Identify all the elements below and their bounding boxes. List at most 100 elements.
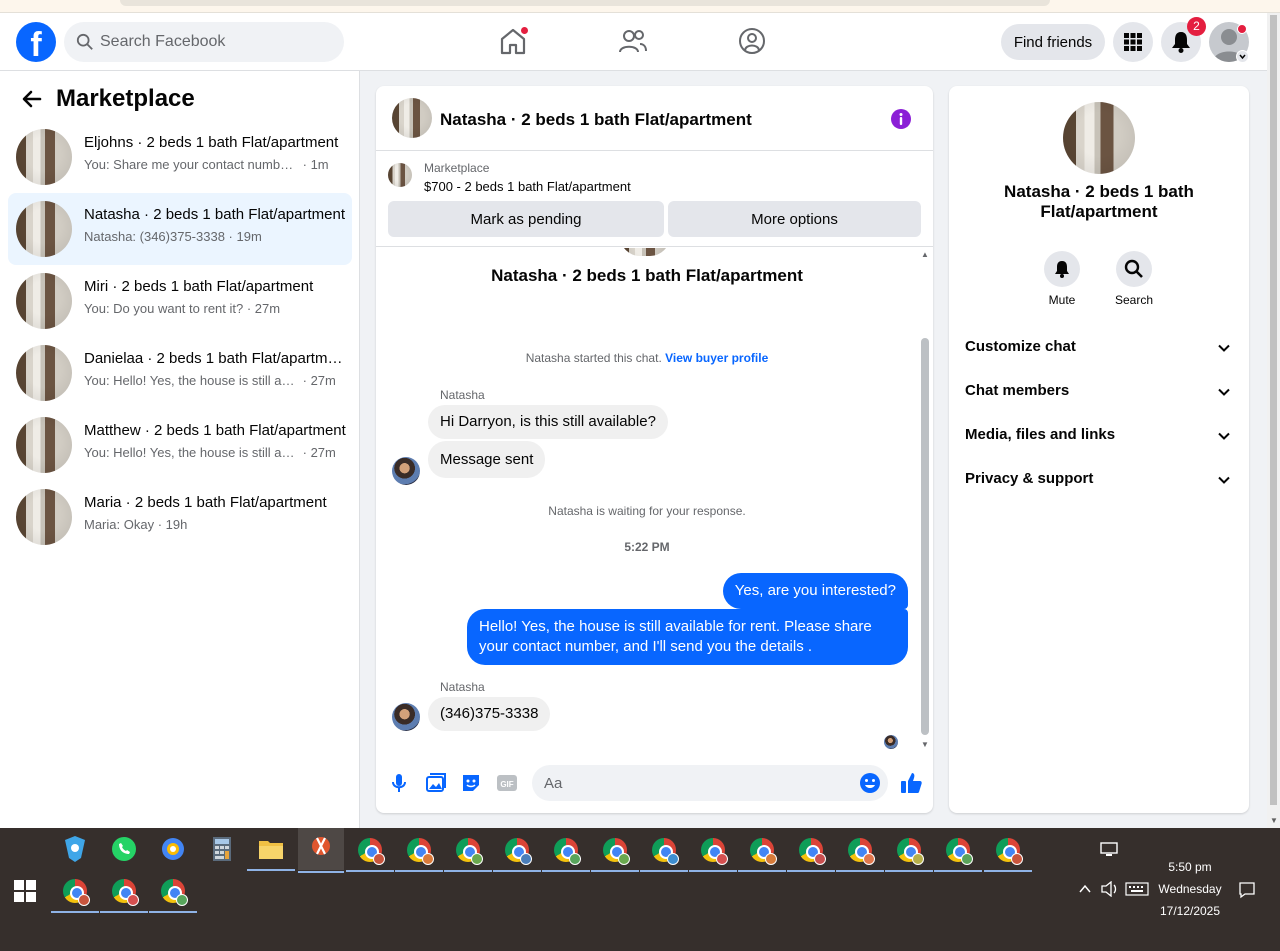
conversation-title: Maria · 2 beds 1 bath Flat/apartment [84, 494, 327, 511]
chrome-window-icon[interactable] [149, 872, 197, 913]
page-scrollbar[interactable]: ▼ [1267, 13, 1280, 828]
emoji-icon[interactable] [859, 772, 881, 794]
chrome-window-icon[interactable] [885, 831, 933, 872]
conversation-time: 27m [310, 373, 336, 388]
photo-icon[interactable] [422, 770, 448, 796]
search-action[interactable]: Search [1098, 251, 1170, 307]
search-icon [76, 33, 93, 50]
snipping-tool-icon[interactable] [298, 828, 344, 873]
chrome-window-icon[interactable] [493, 831, 541, 872]
chrome-window-icon[interactable] [640, 831, 688, 872]
message-input-box[interactable] [532, 765, 888, 801]
taskbar-date[interactable]: 17/12/2025 [1140, 904, 1240, 918]
taskbar-day[interactable]: Wednesday [1140, 882, 1240, 896]
listing-price[interactable]: $700 - 2 beds 1 bath Flat/apartment [424, 179, 631, 194]
scroll-down-arrow-icon[interactable]: ▼ [1270, 816, 1278, 825]
chrome-window-icon[interactable] [984, 831, 1032, 872]
listing-thumbnail[interactable] [392, 98, 432, 138]
chrome-window-icon[interactable] [934, 831, 982, 872]
view-buyer-profile-link[interactable]: View buyer profile [665, 351, 768, 365]
bell-icon [1172, 32, 1190, 53]
scroll-down-arrow-icon[interactable]: ▼ [921, 740, 929, 749]
google-app-icon[interactable] [155, 830, 191, 868]
search-button[interactable] [1116, 251, 1152, 287]
microphone-icon[interactable] [386, 770, 412, 796]
conversation-item[interactable]: Miri · 2 beds 1 bath Flat/apartment You: … [8, 265, 352, 337]
whatsapp-icon[interactable] [106, 830, 142, 868]
conversation-item[interactable]: Matthew · 2 beds 1 bath Flat/apartment Yo… [8, 409, 352, 481]
info-section-chat-members[interactable]: Chat members [957, 369, 1241, 413]
calculator-icon[interactable] [204, 830, 240, 868]
sticker-icon[interactable] [458, 770, 484, 796]
chat-header: Natasha · 2 beds 1 bath Flat/apartment [376, 86, 933, 151]
friends-icon[interactable] [618, 25, 648, 57]
scroll-up-arrow-icon[interactable]: ▲ [921, 250, 929, 259]
chrome-window-icon[interactable] [689, 831, 737, 872]
chrome-window-icon[interactable] [738, 831, 786, 872]
chrome-window-icon[interactable] [542, 831, 590, 872]
facebook-logo-icon[interactable]: f [16, 22, 56, 62]
conversation-item[interactable]: Danielaa · 2 beds 1 bath Flat/apartment Y… [8, 337, 352, 409]
chat-scrollbar-thumb[interactable] [921, 338, 929, 735]
find-friends-button[interactable]: Find friends [1001, 24, 1105, 60]
more-options-button[interactable]: More options [668, 201, 921, 237]
taskbar-time[interactable]: 5:50 pm [1140, 860, 1240, 874]
chrome-window-icon[interactable] [591, 831, 639, 872]
outgoing-message[interactable]: Hello! Yes, the house is still available… [467, 609, 908, 665]
outgoing-message[interactable]: Yes, are you interested? [722, 573, 908, 609]
natasha-avatar[interactable] [392, 703, 420, 731]
file-explorer-icon[interactable] [247, 830, 295, 871]
chrome-window-icon[interactable] [51, 872, 99, 913]
chrome-window-icon[interactable] [444, 831, 492, 872]
windows-start-icon[interactable] [14, 880, 36, 902]
gif-icon[interactable]: GIF [494, 770, 520, 796]
chat-title[interactable]: Natasha · 2 beds 1 bath Flat/apartment [440, 110, 752, 130]
mute-button[interactable] [1044, 251, 1080, 287]
separator-dot: · [299, 157, 311, 172]
chrome-window-icon[interactable] [100, 872, 148, 913]
conversation-item[interactable]: Natasha · 2 beds 1 bath Flat/apartment Na… [8, 193, 352, 265]
chrome-window-icon[interactable] [395, 831, 443, 872]
info-section-media-files-and-links[interactable]: Media, files and links [957, 413, 1241, 457]
browser-top-strip [0, 0, 1280, 13]
copilot-app-icon[interactable] [57, 830, 93, 868]
mark-as-pending-button[interactable]: Mark as pending [388, 201, 664, 237]
chevron-down-icon [1218, 432, 1230, 440]
mute-action[interactable]: Mute [1026, 251, 1098, 307]
bell-icon [1055, 261, 1069, 278]
incoming-message[interactable]: Hi Darryon, is this still available? [428, 405, 668, 439]
conversation-time: 19m [236, 229, 262, 244]
search-input[interactable] [100, 22, 330, 62]
message-input[interactable] [544, 765, 844, 801]
tray-chevron-up-icon[interactable] [1078, 882, 1092, 896]
incoming-message[interactable]: Message sent [428, 441, 546, 478]
chat-scrollbar[interactable]: ▲ ▼ [918, 248, 933, 751]
incoming-message[interactable]: (346)375-3338 [428, 697, 551, 731]
info-section-privacy-support[interactable]: Privacy & support [957, 457, 1241, 501]
conversation-item[interactable]: Eljohns · 2 beds 1 bath Flat/apartment Yo… [8, 121, 352, 193]
chrome-window-icon[interactable] [787, 831, 835, 872]
chrome-window-icon[interactable] [836, 831, 884, 872]
info-section-customize-chat[interactable]: Customize chat [957, 325, 1241, 369]
separator-dot: · [224, 229, 237, 244]
info-icon[interactable] [890, 108, 912, 130]
volume-icon[interactable] [1100, 881, 1120, 897]
page-scrollbar-thumb[interactable] [1270, 15, 1277, 805]
back-arrow-icon[interactable] [20, 87, 44, 111]
conversation-preview: You: Do you want to rent it? · 27m [84, 301, 346, 316]
search-box[interactable] [64, 22, 344, 62]
listing-small-thumbnail[interactable] [388, 163, 412, 187]
natasha-avatar[interactable] [392, 457, 420, 485]
action-center-icon[interactable] [1238, 881, 1256, 899]
listing-large-thumbnail[interactable] [1063, 102, 1135, 174]
account-chevron-icon[interactable] [1236, 50, 1249, 63]
conversation-item[interactable]: Maria · 2 beds 1 bath Flat/apartment Mari… [8, 481, 352, 553]
chrome-window-icon[interactable] [346, 831, 394, 872]
groups-icon[interactable] [737, 25, 767, 57]
conversation-snippet: You: Do you want to rent it? [84, 301, 244, 316]
svg-text:GIF: GIF [500, 780, 513, 789]
menu-button[interactable] [1113, 22, 1153, 62]
thumbs-up-icon[interactable] [898, 770, 924, 796]
search-label: Search [1114, 293, 1154, 307]
desktop-icon[interactable] [1100, 842, 1120, 858]
